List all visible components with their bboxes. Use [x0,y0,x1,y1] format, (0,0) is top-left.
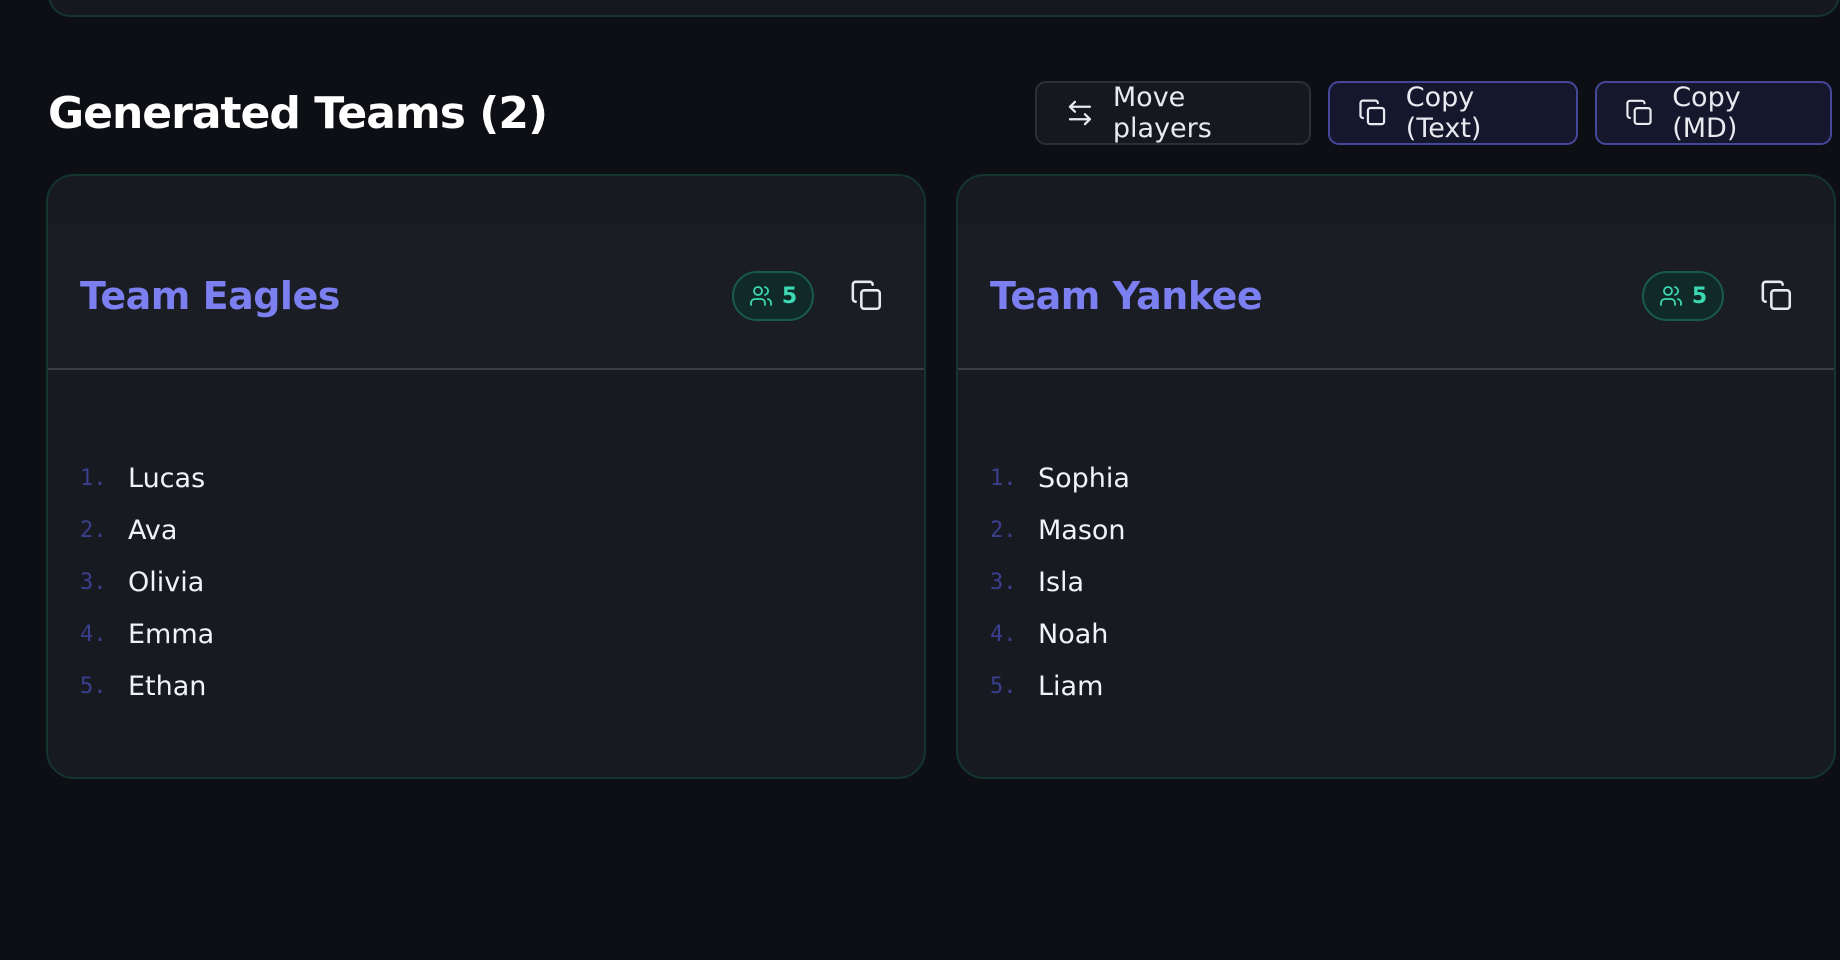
move-players-button[interactable]: Move players [1035,81,1311,145]
player-list: 1. Sophia 2. Mason 3. Isla 4. Noah 5. Liam [990,452,1130,712]
player-number: 4. [990,621,1017,647]
team-card-header: Team Yankee 5 [958,224,1834,370]
player-count-badge: 5 [732,271,814,321]
move-players-label: Move players [1112,82,1212,144]
player-name: Isla [1038,566,1085,598]
player-name: Ava [128,514,178,546]
player-item: 5. Ethan [80,660,214,712]
player-number: 5. [990,673,1017,699]
teams-header: Generated Teams (2) Move players Copy (T… [48,80,1832,146]
player-item: 1. Lucas [80,452,214,504]
copy-icon [851,280,882,311]
teams-grid: Team Eagles 5 1. Lucas 2. Ava 3. Olivia 4. E… [46,174,1836,779]
player-count-badge: 5 [1642,271,1724,321]
player-name: Lucas [128,462,206,494]
player-number: 5. [80,673,107,699]
team-card-header: Team Eagles 5 [48,224,924,370]
copy-md-label: Copy (MD) [1672,82,1741,144]
users-icon [749,286,772,306]
copy-team-button[interactable] [842,271,892,321]
team-name: Team Eagles [80,274,340,318]
team-card-eagles: Team Eagles 5 1. Lucas 2. Ava 3. Olivia 4. E… [46,174,926,779]
copy-text-button[interactable]: Copy (Text) [1328,81,1578,145]
player-item: 5. Liam [990,660,1130,712]
copy-icon [1359,99,1386,126]
copy-md-button[interactable]: Copy (MD) [1595,81,1832,145]
player-item: 4. Emma [80,608,214,660]
player-name: Emma [128,618,215,650]
users-icon [1659,286,1682,306]
player-name: Olivia [128,566,205,598]
previous-card-edge [48,0,1840,17]
player-name: Noah [1038,618,1109,650]
copy-text-label: Copy (Text) [1405,82,1482,144]
player-name: Mason [1038,514,1126,546]
player-name: Liam [1038,670,1104,702]
player-number: 3. [80,569,107,595]
header-actions: Move players Copy (Text) Copy (MD) [1035,81,1832,145]
player-item: 2. Ava [80,504,214,556]
player-number: 2. [990,517,1017,543]
page-title: Generated Teams (2) [48,87,548,139]
arrows-left-right-icon [1068,100,1092,126]
player-number: 2. [80,517,107,543]
copy-team-button[interactable] [1752,271,1802,321]
player-name: Ethan [128,670,207,702]
player-number: 1. [80,465,107,491]
player-name: Sophia [1038,462,1130,494]
player-number: 3. [990,569,1017,595]
player-count: 5 [781,283,798,309]
player-number: 1. [990,465,1017,491]
player-item: 2. Mason [990,504,1130,556]
copy-icon [1626,99,1652,126]
player-item: 1. Sophia [990,452,1130,504]
team-name: Team Yankee [990,274,1263,318]
copy-icon [1761,280,1792,311]
player-number: 4. [80,621,107,647]
player-item: 3. Olivia [80,556,214,608]
player-list: 1. Lucas 2. Ava 3. Olivia 4. Emma 5. Ethan [80,452,214,712]
player-count: 5 [1691,283,1708,309]
player-item: 4. Noah [990,608,1130,660]
team-card-yankee: Team Yankee 5 1. Sophia 2. Mason 3. Isla 4.… [956,174,1836,779]
player-item: 3. Isla [990,556,1130,608]
